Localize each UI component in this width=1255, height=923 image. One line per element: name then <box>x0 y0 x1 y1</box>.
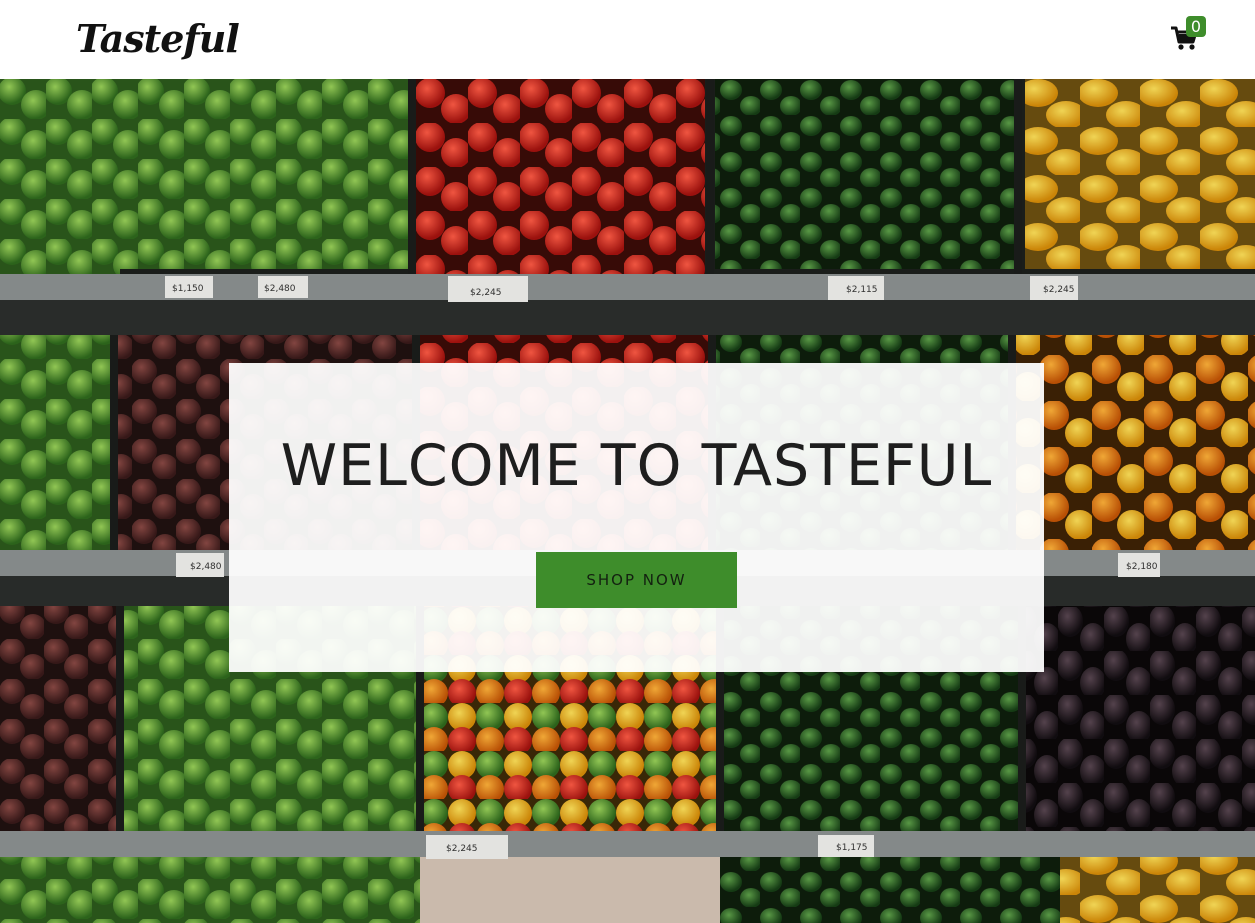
site-header: Tasteful 0 <box>0 0 1255 79</box>
cart-button[interactable]: 0 <box>1170 16 1212 56</box>
welcome-panel: WELCOME TO TASTEFUL SHOP NOW <box>229 363 1044 672</box>
cart-count-badge: 0 <box>1186 16 1206 37</box>
brand-logo[interactable]: Tasteful <box>76 14 240 64</box>
shop-now-button[interactable]: SHOP NOW <box>536 552 737 608</box>
hero-headline: WELCOME TO TASTEFUL <box>280 433 993 499</box>
